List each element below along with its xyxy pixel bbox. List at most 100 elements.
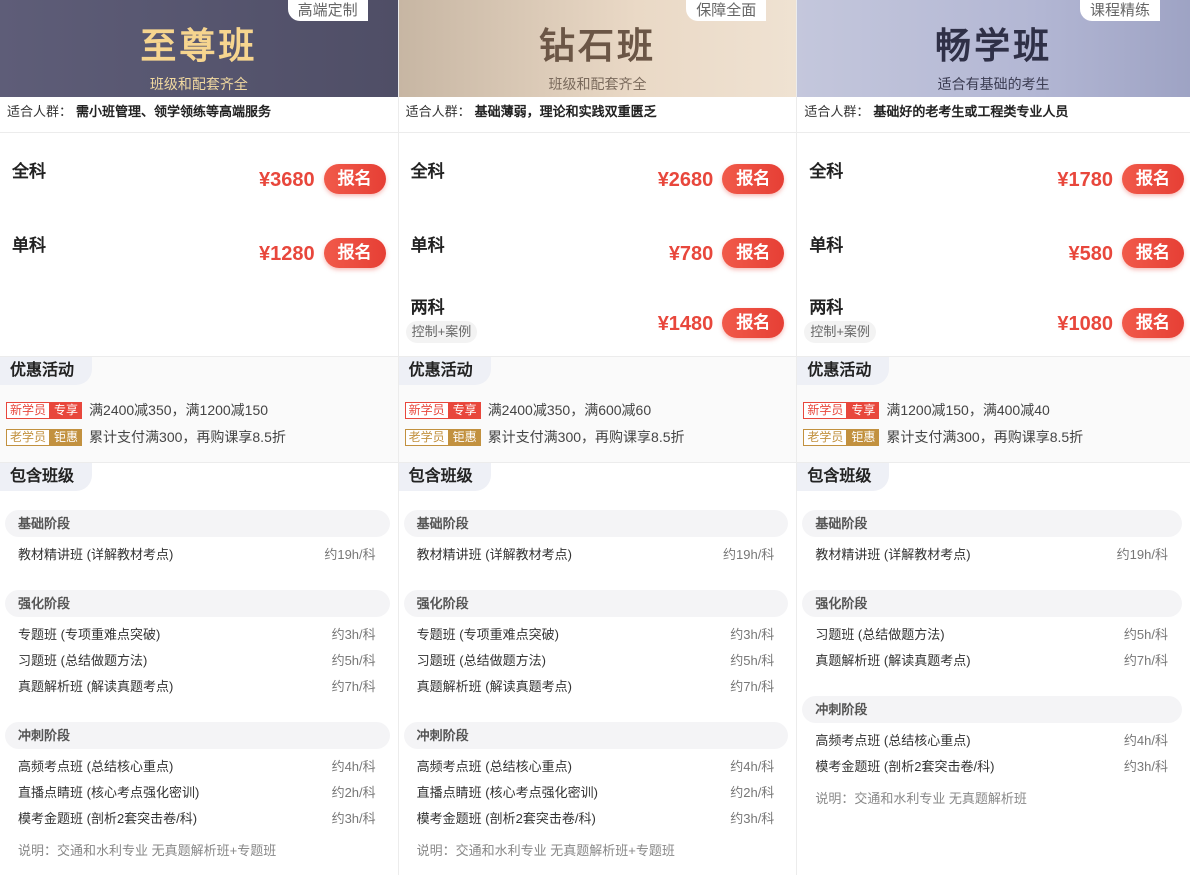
audience-value: 需小班管理、领学领练等高端服务 xyxy=(76,104,272,119)
class-hours: 约5h/科 xyxy=(331,653,376,668)
class-hours: 约4h/科 xyxy=(331,759,376,774)
class-hours: 约7h/科 xyxy=(730,679,775,694)
price-name: 单科 xyxy=(12,236,46,255)
class-hours: 约3h/科 xyxy=(331,627,376,642)
tag-part-a: 新学员 xyxy=(6,401,51,419)
plan-badge: 保障全面 xyxy=(686,0,767,21)
enroll-button[interactable]: 报名 xyxy=(1121,308,1184,338)
enroll-button[interactable]: 报名 xyxy=(722,238,785,268)
plan-subtitle: 班级和配套齐全 xyxy=(149,76,248,92)
class-name: 习题班 (总结做题方法) xyxy=(815,627,945,642)
tag-part-b: 钜惠 xyxy=(448,428,481,446)
promo-text: 累计支付满300，再购课享8.5折 xyxy=(487,429,685,445)
stage-sprint: 冲刺阶段 xyxy=(802,696,1182,723)
class-hours: 约19h/科 xyxy=(324,547,376,562)
stage-basic: 基础阶段 xyxy=(403,510,789,537)
price-subject-tag: 控制+案例 xyxy=(405,321,478,343)
class-name: 真题解析班 (解读真题考点) xyxy=(416,679,572,694)
promo-old-student: 老学员 钜惠 累计支付满300，再购课享8.5折 xyxy=(803,427,1083,447)
audience-value: 基础好的老考生或工程类专业人员 xyxy=(873,104,1069,119)
tag-part-b: 钜惠 xyxy=(50,428,83,446)
old-student-tag: 老学员 钜惠 xyxy=(404,428,481,446)
old-student-tag: 老学员 钜惠 xyxy=(6,428,83,446)
plan-title: 畅学班 xyxy=(935,25,1053,66)
tag-part-a: 老学员 xyxy=(404,428,449,446)
audience-row: 适合人群： 基础好的老考生或工程类专业人员 xyxy=(797,97,1190,133)
class-name: 专题班 (专项重难点突破) xyxy=(18,627,161,642)
plan-title: 至尊班 xyxy=(140,25,258,66)
enroll-button[interactable]: 报名 xyxy=(722,164,785,194)
class-item: 模考金题班 (剖析2套突击卷/科) 约3h/科 xyxy=(417,809,775,829)
class-hours: 约3h/科 xyxy=(730,627,775,642)
price-name: 两科 xyxy=(809,298,844,317)
classes-heading: 包含班级 xyxy=(797,463,890,491)
tag-part-a: 新学员 xyxy=(803,401,848,419)
price-list: 全科 ¥3680 报名 单科 ¥1280 报名 xyxy=(0,133,398,357)
price-value: ¥580 xyxy=(1068,243,1113,265)
enroll-button[interactable]: 报名 xyxy=(1121,238,1184,268)
enroll-button[interactable]: 报名 xyxy=(323,238,386,268)
class-name: 高频考点班 (总结核心重点) xyxy=(18,759,174,774)
class-item: 习题班 (总结做题方法) 约5h/科 xyxy=(815,625,1168,645)
class-hours: 约2h/科 xyxy=(331,785,376,800)
promo-text: 满2400减350，满600减60 xyxy=(487,402,652,418)
plan-note: 说明：交通和水利专业 无真题解析班 xyxy=(815,791,1027,806)
class-name: 模考金题班 (剖析2套突击卷/科) xyxy=(815,759,995,774)
promo-new-student: 新学员 专享 满2400减350，满600减60 xyxy=(404,400,652,420)
promo-new-student: 新学员 专享 满1200减150，满400减40 xyxy=(803,400,1050,420)
price-list: 全科 ¥1780 报名 单科 ¥580 报名 两科 控制+案例 ¥1080 报名 xyxy=(797,133,1190,357)
promo-section: 优惠活动 新学员 专享 满2400减350，满1200减150 老学员 钜惠 累计支… xyxy=(0,357,398,463)
price-row: 单科 ¥1280 报名 xyxy=(0,235,398,285)
class-hours: 约5h/科 xyxy=(730,653,775,668)
price-row: 全科 ¥2680 报名 xyxy=(399,161,797,211)
class-item: 习题班 (总结做题方法) 约5h/科 xyxy=(417,651,775,671)
class-name: 习题班 (总结做题方法) xyxy=(18,653,148,668)
enroll-button[interactable]: 报名 xyxy=(1121,164,1184,194)
plan-comparison: 高端定制 至尊班 班级和配套齐全 适合人群： 需小班管理、领学领练等高端服务 全科… xyxy=(0,0,1190,875)
price-name: 全科 xyxy=(12,162,46,181)
price-name: 全科 xyxy=(410,162,445,181)
tag-part-a: 老学员 xyxy=(6,428,51,446)
audience-label: 适合人群： xyxy=(804,104,870,119)
promo-section: 优惠活动 新学员 专享 满2400减350，满600减60 老学员 钜惠 累计支付满… xyxy=(398,357,797,463)
plan-card-zhizun: 高端定制 至尊班 班级和配套齐全 适合人群： 需小班管理、领学领练等高端服务 全科… xyxy=(0,0,399,875)
plan-header: 高端定制 至尊班 班级和配套齐全 xyxy=(0,0,398,97)
plan-badge: 课程精练 xyxy=(1079,0,1160,21)
stage-basic: 基础阶段 xyxy=(5,510,390,537)
class-hours: 约3h/科 xyxy=(1123,759,1168,774)
plan-header: 保障全面 钻石班 班级和配套齐全 xyxy=(398,0,797,97)
class-name: 直播点睛班 (核心考点强化密训) xyxy=(416,785,598,800)
price-row: 两科 控制+案例 ¥1480 报名 xyxy=(399,297,797,347)
class-item: 高频考点班 (总结核心重点) 约4h/科 xyxy=(18,757,376,777)
price-value: ¥3680 xyxy=(259,169,315,191)
class-hours: 约19h/科 xyxy=(723,547,775,562)
enroll-button[interactable]: 报名 xyxy=(323,164,386,194)
promo-text: 累计支付满300，再购课享8.5折 xyxy=(886,429,1084,445)
price-row: 全科 ¥1780 报名 xyxy=(797,161,1190,211)
promo-heading: 优惠活动 xyxy=(398,357,491,385)
price-row: 单科 ¥780 报名 xyxy=(399,235,797,285)
price-name: 两科 xyxy=(410,298,445,317)
plan-note: 说明：交通和水利专业 无真题解析班+专题班 xyxy=(18,843,277,858)
old-student-tag: 老学员 钜惠 xyxy=(803,428,880,446)
class-name: 真题解析班 (解读真题考点) xyxy=(18,679,174,694)
price-list: 全科 ¥2680 报名 单科 ¥780 报名 两科 控制+案例 ¥1480 报名 xyxy=(398,133,797,357)
audience-value: 基础薄弱，理论和实践双重匮乏 xyxy=(474,104,657,119)
promo-text: 满2400减350，满1200减150 xyxy=(89,402,269,418)
audience-label: 适合人群： xyxy=(7,104,73,119)
promo-text: 满1200减150，满400减40 xyxy=(886,402,1050,418)
class-hours: 约4h/科 xyxy=(730,759,775,774)
price-row: 全科 ¥3680 报名 xyxy=(0,161,398,211)
class-name: 真题解析班 (解读真题考点) xyxy=(815,653,971,668)
enroll-button[interactable]: 报名 xyxy=(722,308,785,338)
audience-label: 适合人群： xyxy=(405,104,471,119)
classes-heading: 包含班级 xyxy=(398,463,491,491)
stage-intensive: 强化阶段 xyxy=(5,590,390,617)
promo-old-student: 老学员 钜惠 累计支付满300，再购课享8.5折 xyxy=(404,427,685,447)
class-name: 教材精讲班 (详解教材考点) xyxy=(416,547,572,562)
class-item: 直播点睛班 (核心考点强化密训) 约2h/科 xyxy=(417,783,775,803)
promo-heading: 优惠活动 xyxy=(0,357,93,385)
class-hours: 约3h/科 xyxy=(331,811,376,826)
tag-part-b: 专享 xyxy=(50,401,83,419)
plan-card-changxue: 课程精练 畅学班 适合有基础的考生 适合人群： 基础好的老考生或工程类专业人员 全… xyxy=(797,0,1190,875)
